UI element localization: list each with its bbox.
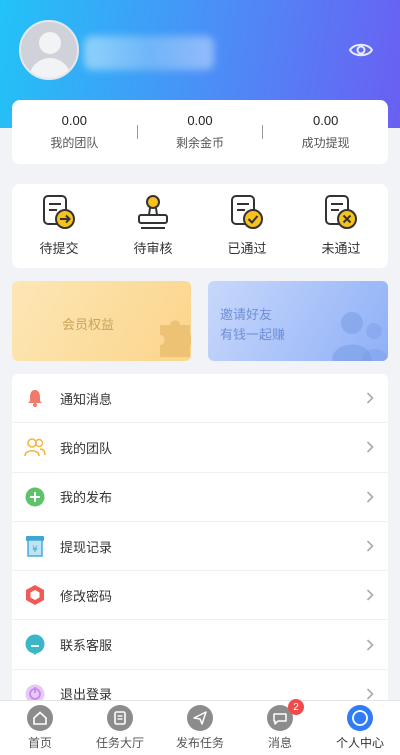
approved-icon: [231, 195, 263, 229]
tab-home[interactable]: 首页: [0, 701, 80, 755]
menu-item-notifications[interactable]: 通知消息: [12, 374, 388, 424]
menu-item-change-password[interactable]: 修改密码: [12, 571, 388, 621]
menu-label: 我的团队: [60, 440, 113, 456]
tab-label: 消息: [267, 736, 292, 750]
status-label: 未通过: [321, 241, 361, 256]
chevron-right-icon: [366, 491, 374, 503]
hexagon-lock-icon: [24, 584, 46, 606]
menu-label: 我的发布: [60, 490, 113, 506]
submit-pending-icon: [43, 195, 75, 229]
status-label: 待审核: [133, 241, 173, 256]
chevron-right-icon: [366, 589, 374, 601]
status-pending-review[interactable]: 待审核: [106, 184, 200, 268]
menu-label: 修改密码: [60, 588, 113, 604]
stats-card: 0.00 我的团队 0.00 剩余金币 0.00 成功提现: [12, 100, 388, 164]
home-icon: [27, 705, 53, 731]
stat-coins[interactable]: 0.00 剩余金币: [138, 113, 263, 151]
puzzle-decoration: [160, 320, 191, 357]
stat-value: 0.00: [187, 113, 213, 128]
tab-publish-task[interactable]: 发布任务: [160, 701, 240, 755]
tab-messages[interactable]: 2 消息: [240, 699, 320, 755]
rejected-icon: [325, 195, 357, 229]
tab-profile[interactable]: 个人中心: [320, 701, 400, 755]
menu-item-my-team[interactable]: 我的团队: [12, 423, 388, 473]
chevron-right-icon: [366, 540, 374, 552]
menu-label: 通知消息: [60, 391, 113, 407]
send-icon: [187, 705, 213, 731]
team-icon: [24, 436, 46, 458]
chevron-right-icon: [366, 639, 374, 651]
chevron-right-icon: [366, 688, 374, 700]
menu-item-withdraw-records[interactable]: ¥ 提现记录: [12, 522, 388, 572]
stat-value: 0.00: [313, 113, 339, 128]
tab-label: 任务大厅: [95, 736, 144, 750]
avatar[interactable]: [19, 20, 79, 80]
stamp-review-icon: [138, 195, 168, 229]
profile-icon: [347, 705, 373, 731]
stat-label: 我的团队: [50, 136, 99, 150]
status-label: 待提交: [39, 241, 79, 256]
chat-icon: [24, 634, 46, 656]
settings-menu: 通知消息 我的团队 我的发布 ¥ 提现记录 修改密码 联系客服 退出登录: [12, 374, 388, 720]
svg-text:¥: ¥: [32, 545, 38, 555]
menu-item-customer-service[interactable]: 联系客服: [12, 620, 388, 670]
member-benefits-banner[interactable]: 会员权益: [12, 281, 191, 361]
menu-label: 提现记录: [60, 539, 113, 555]
nickname-blurred: [84, 36, 214, 70]
stat-label: 成功提现: [301, 136, 350, 150]
tab-label: 首页: [27, 736, 52, 750]
status-rejected[interactable]: 未通过: [294, 184, 388, 268]
tab-label: 发布任务: [175, 736, 224, 750]
bell-icon: [24, 387, 46, 409]
task-status-card: 待提交 待审核 已通过 未通过: [12, 184, 388, 268]
stat-value: 0.00: [61, 113, 87, 128]
task-hall-icon: [107, 705, 133, 731]
chevron-right-icon: [366, 392, 374, 404]
banner-text: 有钱一起赚: [220, 327, 286, 342]
plus-circle-icon: [24, 486, 46, 508]
menu-label: 联系客服: [60, 638, 113, 654]
stat-label: 剩余金币: [176, 136, 225, 150]
banner-text: 会员权益: [62, 317, 115, 332]
stat-team[interactable]: 0.00 我的团队: [12, 113, 137, 151]
stat-withdrawn[interactable]: 0.00 成功提现: [263, 113, 388, 151]
banner-text: 邀请好友: [220, 307, 273, 322]
status-label: 已通过: [227, 241, 267, 256]
tab-task-hall[interactable]: 任务大厅: [80, 701, 160, 755]
status-pending-submit[interactable]: 待提交: [12, 184, 106, 268]
unread-badge: 2: [288, 699, 304, 715]
bottom-tab-bar: 首页 任务大厅 发布任务 2 消息 个人中心: [0, 699, 400, 755]
chevron-right-icon: [366, 441, 374, 454]
invite-friends-banner[interactable]: 邀请好友 有钱一起赚: [208, 281, 388, 361]
status-approved[interactable]: 已通过: [200, 184, 294, 268]
tab-label: 个人中心: [335, 736, 384, 750]
menu-item-my-posts[interactable]: 我的发布: [12, 473, 388, 522]
people-decoration: [332, 312, 388, 361]
receipt-icon: ¥: [24, 535, 46, 557]
eye-icon[interactable]: [349, 40, 373, 60]
